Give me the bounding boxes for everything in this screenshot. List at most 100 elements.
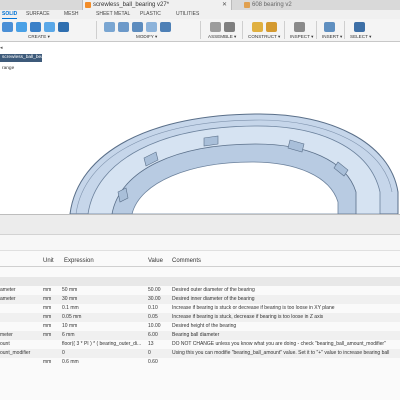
- group-row[interactable]: [0, 277, 400, 286]
- document-tab-inactive[interactable]: 608 bearing v2: [242, 0, 398, 10]
- loft-icon[interactable]: [58, 22, 69, 32]
- tab-surface[interactable]: SURFACE: [26, 10, 50, 19]
- document-tab-label: 608 bearing v2: [252, 2, 292, 8]
- tab-sheet-metal[interactable]: SHEET METAL: [96, 10, 130, 19]
- param-name: ameter: [0, 287, 16, 293]
- close-icon[interactable]: ✕: [222, 0, 227, 10]
- param-unit: mm: [43, 332, 52, 338]
- revolve-icon[interactable]: [30, 22, 41, 32]
- param-expression[interactable]: 6 mm: [62, 331, 146, 340]
- document-tab-active[interactable]: screwless_ball_bearing v27* ✕: [82, 0, 232, 10]
- param-expression[interactable]: 50 mm: [62, 286, 146, 295]
- param-comment[interactable]: Increase if bearing is stuck or decrease…: [172, 304, 400, 313]
- param-value: 0.60: [148, 359, 158, 365]
- divider: [96, 21, 97, 39]
- column-header-comments[interactable]: Comments: [172, 258, 201, 264]
- select-label: SELECT: [350, 34, 368, 39]
- param-name: ameter: [0, 296, 16, 302]
- document-icon: [85, 2, 91, 8]
- fillet-icon[interactable]: [118, 22, 129, 32]
- param-expression[interactable]: 30 mm: [62, 295, 146, 304]
- table-row[interactable]: mm 0.1 mm 0.10 Increase if bearing is st…: [0, 304, 400, 313]
- param-comment[interactable]: Desired inner diameter of the bearing: [172, 295, 400, 304]
- param-expression[interactable]: floor(( 3 * PI ) * ( bearing_outer_di...: [62, 340, 146, 349]
- joint-icon[interactable]: [224, 22, 235, 32]
- divider: [284, 21, 285, 39]
- shell-icon[interactable]: [146, 22, 157, 32]
- extrude-icon[interactable]: [16, 22, 27, 32]
- table-row[interactable]: meter mm 6 mm 6.00 Bearing ball diameter: [0, 331, 400, 340]
- param-expression[interactable]: 0.05 mm: [62, 313, 146, 322]
- param-name: ount: [0, 341, 10, 347]
- construct-menu[interactable]: CONSTRUCT ▾: [248, 34, 280, 40]
- browser-collapse-icon[interactable]: ◂: [0, 45, 3, 51]
- ribbon-toolbar: CREATE ▾ MODIFY ▾ ASSEMBLE ▾ CONSTRUCT ▾…: [0, 19, 400, 42]
- tab-plastic[interactable]: PLASTIC: [140, 10, 161, 19]
- insert-icon[interactable]: [324, 22, 335, 32]
- assemble-menu[interactable]: ASSEMBLE ▾: [208, 34, 236, 40]
- header-divider: [0, 266, 400, 267]
- param-unit: mm: [43, 359, 52, 365]
- inspect-menu[interactable]: INSPECT ▾: [290, 34, 313, 40]
- tab-utilities[interactable]: UTILITIES: [176, 10, 199, 19]
- fusion-window: screwless_ball_bearing v27* ✕ 608 bearin…: [0, 0, 400, 400]
- column-header-value[interactable]: Value: [148, 258, 163, 264]
- assemble-label: ASSEMBLE: [208, 34, 233, 39]
- param-name: ount_modifier: [0, 350, 31, 356]
- new-component-asm-icon[interactable]: [210, 22, 221, 32]
- param-value: 30.00: [148, 296, 161, 302]
- browser-root-item[interactable]: screwless_ball_bearing v27: [0, 54, 42, 62]
- offset-plane-icon[interactable]: [252, 22, 263, 32]
- param-expression[interactable]: 0.1 mm: [62, 304, 146, 313]
- title-bar: screwless_ball_bearing v27* ✕ 608 bearin…: [0, 0, 400, 10]
- sweep-icon[interactable]: [44, 22, 55, 32]
- table-row[interactable]: ameter mm 30 mm 30.00 Desired inner diam…: [0, 295, 400, 304]
- table-row[interactable]: ount_modifier 0 0 Using this you can mod…: [0, 349, 400, 358]
- bearing-model[interactable]: [0, 42, 400, 215]
- tab-mesh[interactable]: MESH: [64, 10, 78, 19]
- table-row[interactable]: mm 0.6 mm 0.60: [0, 358, 400, 367]
- param-name: meter: [0, 332, 13, 338]
- column-header-expression[interactable]: Expression: [64, 258, 94, 264]
- press-pull-icon[interactable]: [104, 22, 115, 32]
- param-value: 0: [148, 350, 151, 356]
- table-row[interactable]: mm 0.05 mm 0.05 Increase if bearing is s…: [0, 313, 400, 322]
- browser-panel: ◂ screwless_ball_bearing v27 range: [0, 42, 60, 132]
- axis-icon[interactable]: [266, 22, 277, 32]
- param-expression[interactable]: 0.6 mm: [62, 358, 146, 367]
- param-value: 6.00: [148, 332, 158, 338]
- table-row[interactable]: ameter mm 50 mm 50.00 Desired outer diam…: [0, 286, 400, 295]
- new-component-icon[interactable]: [2, 22, 13, 32]
- param-value: 50.00: [148, 287, 161, 293]
- insert-menu[interactable]: INSERT ▾: [322, 34, 342, 40]
- divider: [316, 21, 317, 39]
- select-menu[interactable]: SELECT ▾: [350, 34, 371, 40]
- select-icon[interactable]: [354, 22, 365, 32]
- param-comment[interactable]: Increase if bearing is stuck, decrease i…: [172, 313, 400, 322]
- param-comment[interactable]: Desired outer diameter of the bearing: [172, 286, 400, 295]
- column-header-unit[interactable]: Unit: [43, 258, 54, 264]
- measure-icon[interactable]: [294, 22, 305, 32]
- combine-icon[interactable]: [160, 22, 171, 32]
- modify-menu[interactable]: MODIFY ▾: [136, 34, 157, 40]
- canvas-viewport[interactable]: [0, 42, 400, 215]
- param-comment[interactable]: Using this you can modifie "bearing_ball…: [172, 349, 400, 358]
- param-comment[interactable]: DO NOT CHANGE unless you know what you a…: [172, 340, 400, 349]
- insert-label: INSERT: [322, 34, 339, 39]
- divider: [344, 21, 345, 39]
- divider: [200, 21, 201, 39]
- inspect-label: INSPECT: [290, 34, 310, 39]
- create-menu[interactable]: CREATE ▾: [28, 34, 50, 40]
- tab-solid[interactable]: SOLID: [2, 10, 18, 19]
- divider: [242, 21, 243, 39]
- browser-sub-item[interactable]: range: [2, 66, 14, 71]
- table-row[interactable]: mm 10 mm 10.00 Desired height of the bea…: [0, 322, 400, 331]
- param-unit: mm: [43, 305, 52, 311]
- param-comment[interactable]: Bearing ball diameter: [172, 331, 400, 340]
- modify-label: MODIFY: [136, 34, 154, 39]
- param-comment[interactable]: Desired height of the bearing: [172, 322, 400, 331]
- table-row[interactable]: ount floor(( 3 * PI ) * ( bearing_outer_…: [0, 340, 400, 349]
- chamfer-icon[interactable]: [132, 22, 143, 32]
- param-expression[interactable]: 10 mm: [62, 322, 146, 331]
- param-expression[interactable]: 0: [62, 349, 146, 358]
